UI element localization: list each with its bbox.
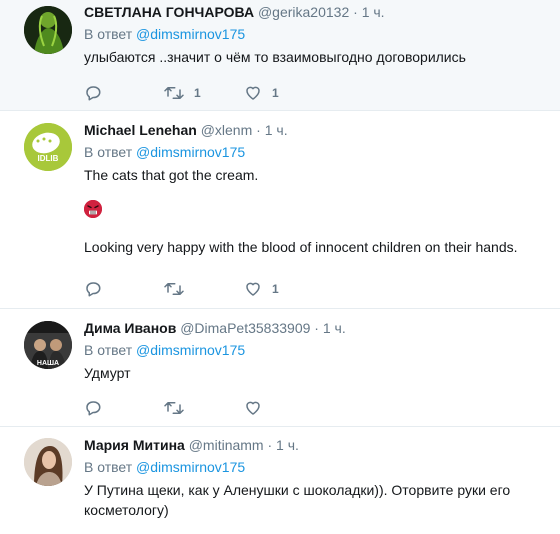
tweet[interactable]: НАША Дима Иванов @DimaPet35833909 · 1 ч.…: [0, 309, 560, 427]
separator-dot: ·: [314, 320, 319, 336]
reply-icon: [86, 86, 101, 101]
author-handle[interactable]: @xlenm: [201, 122, 253, 138]
tweet-text: улыбаются ..значит о чём то взаимовыгодн…: [84, 49, 466, 65]
reply-context: В ответ @dimsmirnov175: [84, 143, 544, 162]
retweet-button[interactable]: [164, 398, 194, 418]
author-name[interactable]: СВЕТЛАНА ГОНЧАРОВА: [84, 4, 254, 20]
separator-dot: ·: [267, 437, 273, 453]
timestamp[interactable]: 1 ч.: [362, 4, 385, 20]
reply-context: В ответ @dimsmirnov175: [84, 25, 544, 44]
tweet-text-continued: Looking very happy with the blood of inn…: [84, 239, 518, 255]
author-name[interactable]: Michael Lenehan: [84, 122, 197, 138]
author-name[interactable]: Мария Митина: [84, 437, 185, 453]
reply-mention-link[interactable]: @dimsmirnov175: [136, 144, 245, 160]
like-count: 1: [272, 282, 279, 296]
like-button[interactable]: 1: [244, 279, 279, 299]
avatar[interactable]: [24, 438, 72, 486]
reply-mention-link[interactable]: @dimsmirnov175: [136, 342, 245, 358]
reply-prefix: В ответ: [84, 144, 133, 160]
heart-icon: [246, 282, 260, 296]
author-handle[interactable]: @DimaPet35833909: [180, 320, 310, 336]
author-handle[interactable]: @mitinamm: [189, 437, 264, 453]
reply-button[interactable]: [84, 279, 102, 299]
reply-icon: [86, 401, 101, 416]
author-handle[interactable]: @gerika20132: [258, 4, 349, 20]
timestamp[interactable]: 1 ч.: [276, 437, 299, 453]
reply-prefix: В ответ: [84, 459, 133, 475]
retweet-button[interactable]: [164, 279, 194, 299]
retweet-icon: [164, 402, 184, 414]
timestamp[interactable]: 1 ч.: [265, 122, 288, 138]
avatar-label: НАША: [37, 360, 59, 367]
separator-dot: ·: [256, 122, 261, 138]
separator-dot: ·: [353, 4, 358, 20]
reply-prefix: В ответ: [84, 342, 133, 358]
retweet-icon: [164, 283, 184, 295]
like-count: 1: [272, 86, 279, 100]
reply-icon: [86, 282, 101, 297]
reply-mention-link[interactable]: @dimsmirnov175: [136, 26, 245, 42]
avatar[interactable]: НАША: [24, 321, 72, 369]
tweet-text: У Путина щеки, как у Аленушки с шоколадк…: [84, 482, 511, 518]
avatar-label: IDLIB: [38, 154, 59, 163]
heart-icon: [246, 401, 260, 415]
like-button[interactable]: [244, 398, 272, 418]
reply-context: В ответ @dimsmirnov175: [84, 458, 544, 477]
avatar[interactable]: IDLIB: [24, 123, 72, 171]
tweet[interactable]: IDLIB Michael Lenehan @xlenm · 1 ч. В от…: [0, 111, 560, 309]
tweet[interactable]: СВЕТЛАНА ГОНЧАРОВА @gerika20132 · 1 ч. В…: [0, 0, 560, 111]
angry-face-emoji: [84, 200, 102, 218]
retweet-icon: [164, 87, 184, 99]
author-name[interactable]: Дима Иванов: [84, 320, 176, 336]
reply-button[interactable]: [84, 398, 102, 418]
tweet-text: Удмурт: [84, 365, 131, 381]
timestamp[interactable]: 1 ч.: [323, 320, 346, 336]
tweet-text: The cats that got the cream.: [84, 167, 259, 183]
reply-context: В ответ @dimsmirnov175: [84, 341, 544, 360]
heart-icon: [246, 86, 260, 100]
retweet-button[interactable]: 1: [164, 83, 201, 103]
like-button[interactable]: 1: [244, 83, 279, 103]
retweet-count: 1: [194, 86, 201, 100]
reply-prefix: В ответ: [84, 26, 133, 42]
reply-button[interactable]: [84, 83, 102, 103]
avatar[interactable]: [24, 6, 72, 54]
tweet[interactable]: Мария Митина @mitinamm · 1 ч. В ответ @d…: [0, 427, 560, 534]
reply-mention-link[interactable]: @dimsmirnov175: [136, 459, 245, 475]
